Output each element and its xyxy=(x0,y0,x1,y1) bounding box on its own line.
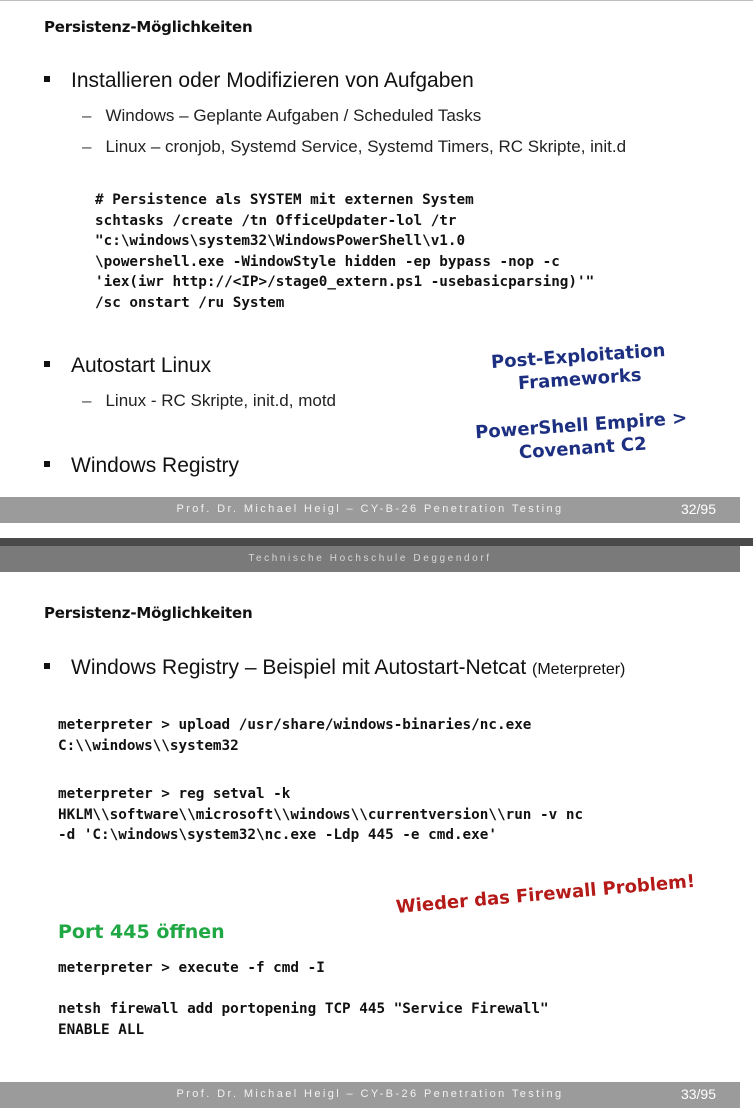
bullet-text: Autostart Linux xyxy=(71,354,212,377)
bullet-autostart-linux: Autostart Linux xyxy=(44,354,211,378)
sub-bullet-text: Linux – cronjob, Systemd Service, System… xyxy=(105,137,627,156)
footer-text: Prof. Dr. Michael Heigl – CY-B-26 Penetr… xyxy=(176,503,564,515)
slide-title: Persistenz-Möglichkeiten xyxy=(44,18,253,36)
footer-text: Prof. Dr. Michael Heigl – CY-B-26 Penetr… xyxy=(176,1088,564,1100)
bullet-windows-registry-example: Windows Registry – Beispiel mit Autostar… xyxy=(44,656,625,680)
bullet-windows-registry: Windows Registry xyxy=(44,454,239,478)
slide-separator: Technische Hochschule Deggendorf xyxy=(0,538,753,572)
sub-bullet-windows: – Windows – Geplante Aufgaben / Scheduled… xyxy=(82,106,481,126)
slide-33: Persistenz-Möglichkeiten Windows Registr… xyxy=(0,572,753,1117)
sub-bullet-linux: – Linux – cronjob, Systemd Service, Syste… xyxy=(82,137,626,157)
port-heading: Port 445 öffnen xyxy=(58,921,225,943)
slide-footer: Prof. Dr. Michael Heigl – CY-B-26 Penetr… xyxy=(0,497,740,523)
bullet-text: Installieren oder Modifizieren von Aufga… xyxy=(71,69,474,92)
page-number: 33/95 xyxy=(680,1086,716,1102)
code-block-execute: meterpreter > execute -f cmd -I xyxy=(58,960,325,976)
annotation-firewall-problem: Wieder das Firewall Problem! xyxy=(395,870,696,918)
slide-title: Persistenz-Möglichkeiten xyxy=(44,604,253,622)
code-block-netsh: netsh firewall add portopening TCP 445 "… xyxy=(58,1001,549,1038)
sub-bullet-text: Windows – Geplante Aufgaben / Scheduled … xyxy=(105,106,482,125)
slide-footer: Prof. Dr. Michael Heigl – CY-B-26 Penetr… xyxy=(0,1082,740,1108)
dash-icon: – xyxy=(82,137,92,156)
bullet-note: (Meterpreter) xyxy=(532,661,626,678)
bullet-text: Windows Registry – Beispiel mit Autostar… xyxy=(71,656,527,679)
slide-32: Persistenz-Möglichkeiten Installieren od… xyxy=(0,0,753,539)
sub-bullet-text: Linux - RC Skripte, init.d, motd xyxy=(105,391,336,410)
bullet-tasks: Installieren oder Modifizieren von Aufga… xyxy=(44,69,474,93)
code-block-upload: meterpreter > upload /usr/share/windows-… xyxy=(58,717,532,754)
code-block-reg-setval: meterpreter > reg setval -k HKLM\\softwa… xyxy=(58,786,584,843)
bullet-square-icon xyxy=(44,76,50,83)
bullet-square-icon xyxy=(44,361,50,368)
institution-label: Technische Hochschule Deggendorf xyxy=(248,553,492,564)
divider xyxy=(0,538,753,546)
bullet-square-icon xyxy=(44,461,50,468)
bullet-square-icon xyxy=(44,663,50,670)
sub-bullet-linux-rc: – Linux - RC Skripte, init.d, motd xyxy=(82,391,336,411)
annotation-powershell-empire: PowerShell Empire > Covenant C2 xyxy=(474,407,688,464)
code-block-schtasks: # Persistence als SYSTEM mit externen Sy… xyxy=(95,192,595,311)
annotation-post-exploitation: Post-Exploitation Frameworks xyxy=(490,339,666,395)
dash-icon: – xyxy=(82,106,92,125)
dash-icon: – xyxy=(82,391,92,410)
page-number: 32/95 xyxy=(680,501,716,517)
bullet-text: Windows Registry xyxy=(71,454,240,477)
